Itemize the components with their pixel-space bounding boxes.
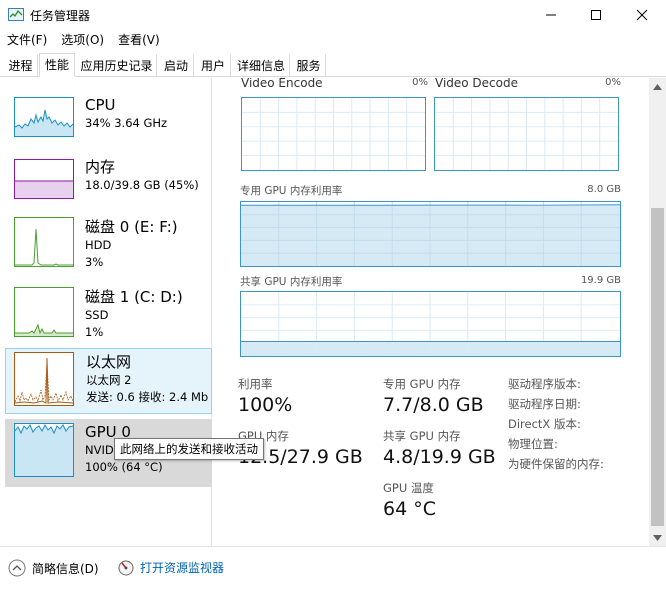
resource-name: 磁盘 0 (E: F:) [85, 218, 178, 236]
resource-detail: HDD [85, 238, 112, 252]
dedicated-memory-label: 专用 GPU 内存 [383, 377, 461, 391]
maximize-icon [591, 10, 601, 20]
dedicated-memory-graph [240, 201, 621, 267]
resource-list: CPU 34% 3.64 GHz 内存 18.0/39.8 GB (45%) 磁… [0, 78, 212, 546]
resource-usage: 100% (64 °C) [85, 460, 163, 474]
scroll-down-button[interactable] [649, 529, 666, 546]
video-encode-label: Video Encode [241, 78, 323, 90]
resource-name: CPU [85, 96, 116, 114]
video-decode-label: Video Decode [435, 78, 518, 90]
resource-name: 内存 [85, 158, 116, 176]
driver-date-label: 驱动程序日期: [508, 397, 581, 411]
window-title: 任务管理器 [30, 9, 91, 23]
maximize-button[interactable] [573, 0, 619, 30]
resource-usage: 发送: 0.6 接收: 2.4 Mb [86, 390, 209, 404]
fewer-details-label: 简略信息(D) [32, 561, 99, 576]
cpu-thumbnail-graph [14, 97, 74, 137]
minimize-icon [546, 14, 556, 16]
shared-memory-graph-label: 共享 GPU 内存利用率 [240, 276, 343, 288]
tab-performance[interactable]: 性能 [39, 53, 75, 77]
resource-monitor-icon [118, 560, 134, 575]
resource-usage: 3% [85, 255, 104, 269]
menu-bar: 文件(F) 选项(O) 查看(V) [0, 30, 666, 52]
resource-disk-1[interactable]: 磁盘 1 (C: D:) SSD 1% [5, 284, 212, 350]
shared-memory-label: 共享 GPU 内存 [383, 429, 461, 443]
menu-file[interactable]: 文件(F) [0, 30, 54, 52]
open-resource-monitor-link[interactable]: 打开资源监视器 [118, 559, 224, 576]
shared-memory-graph-max: 19.9 GB [580, 275, 621, 286]
tab-app-history[interactable]: 应用历史记录 [76, 54, 157, 77]
memory-thumbnail-graph [14, 159, 74, 199]
resource-detail: 18.0/39.8 GB (45%) [85, 178, 199, 192]
resource-usage: 1% [85, 325, 104, 339]
open-resource-monitor-label: 打开资源监视器 [140, 561, 225, 575]
video-encode-graph [241, 97, 426, 171]
tab-bar: 进程 性能 应用历史记录 启动 用户 详细信息 服务 [0, 53, 666, 77]
tab-services[interactable]: 服务 [291, 54, 326, 77]
task-manager-icon [8, 8, 24, 21]
utilization-value: 100% [238, 394, 293, 416]
resource-cpu[interactable]: CPU 34% 3.64 GHz [5, 92, 212, 158]
chevron-up-icon [653, 83, 662, 90]
utilization-label: 利用率 [238, 377, 273, 391]
video-decode-graph [434, 97, 619, 171]
minimize-button[interactable] [528, 0, 574, 30]
resource-name: 以太网 [86, 353, 132, 371]
ethernet-thumbnail-graph [14, 352, 74, 406]
close-icon [636, 9, 648, 21]
gpu-temperature-label: GPU 温度 [383, 481, 434, 495]
resource-memory[interactable]: 内存 18.0/39.8 GB (45%) [5, 154, 212, 220]
gpu-detail-panel: Video Encode 0% Video Decode 0% 专用 GPU 内… [213, 78, 649, 546]
dedicated-memory-graph-max: 8.0 GB [587, 184, 621, 195]
tab-details[interactable]: 详细信息 [232, 54, 290, 77]
driver-version-label: 驱动程序版本: [508, 377, 581, 391]
dedicated-memory-value: 7.7/8.0 GB [383, 394, 484, 416]
footer: 简略信息(D) 打开资源监视器 [0, 546, 666, 590]
tooltip: 此网络上的发送和接收活动 [114, 438, 264, 460]
resource-ethernet[interactable]: 以太网 以太网 2 发送: 0.6 接收: 2.4 Mb [5, 348, 212, 414]
resource-disk-0[interactable]: 磁盘 0 (E: F:) HDD 3% [5, 214, 212, 280]
title-bar: 任务管理器 [0, 0, 666, 30]
resource-detail: 以太网 2 [86, 373, 132, 387]
shared-memory-graph [240, 291, 621, 357]
resource-detail: 34% 3.64 GHz [85, 116, 168, 130]
disk-0-thumbnail-graph [14, 217, 74, 267]
resource-detail: NVID [85, 443, 114, 457]
gpu-temperature-value: 64 °C [383, 498, 436, 520]
fewer-details-button[interactable]: 简略信息(D) [8, 559, 99, 577]
physical-location-label: 物理位置: [508, 437, 558, 451]
scrollbar-thumb[interactable] [651, 208, 664, 526]
video-decode-value: 0% [605, 78, 621, 88]
close-button[interactable] [619, 0, 665, 30]
disk-1-thumbnail-graph [14, 287, 74, 337]
menu-options[interactable]: 选项(O) [54, 30, 111, 52]
hardware-reserved-memory-label: 为硬件保留的内存: [508, 457, 604, 471]
tab-processes[interactable]: 进程 [3, 54, 38, 77]
scroll-up-button[interactable] [649, 78, 666, 95]
resource-name: 磁盘 1 (C: D:) [85, 288, 183, 306]
dedicated-memory-graph-label: 专用 GPU 内存利用率 [240, 185, 343, 197]
video-encode-value: 0% [412, 78, 428, 88]
resource-detail: SSD [85, 308, 109, 322]
shared-memory-value: 4.8/19.9 GB [383, 446, 496, 468]
tab-users[interactable]: 用户 [195, 54, 231, 77]
chevron-up-circle-icon [8, 559, 26, 577]
directx-version-label: DirectX 版本: [508, 417, 581, 431]
chevron-down-icon [653, 534, 662, 541]
tab-startup[interactable]: 启动 [158, 54, 194, 77]
gpu-0-thumbnail-graph [14, 423, 74, 477]
menu-view[interactable]: 查看(V) [111, 30, 167, 52]
